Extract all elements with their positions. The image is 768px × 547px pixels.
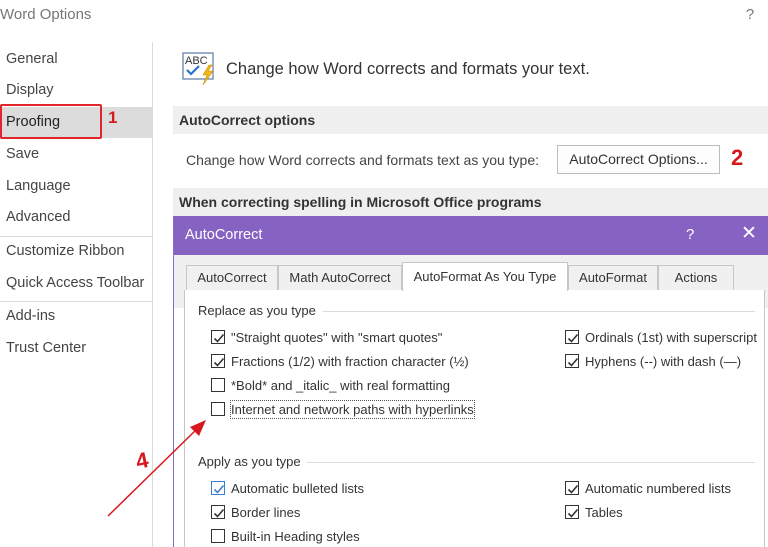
option-label: Ordinals (1st) with superscript [585,330,757,345]
sidebar-item-language[interactable]: Language [0,171,152,202]
annotation-number-1: 1 [108,108,118,127]
checkbox[interactable] [565,354,579,368]
checkbox[interactable] [211,402,225,416]
checkmark-icon [213,333,225,343]
annotation-number-2: 2 [731,145,744,170]
checkbox[interactable] [565,481,579,495]
checkmark-icon [567,484,579,494]
option-label: Automatic numbered lists [585,481,731,496]
autocorrect-description: Change how Word corrects and formats tex… [186,152,540,168]
sidebar-item-quick-access-toolbar[interactable]: Quick Access Toolbar [0,268,152,299]
dialog-titlebar: AutoCorrect ? ✕ [174,216,768,255]
group-divider [323,311,755,312]
tab-autoformat-as-you-type[interactable]: AutoFormat As You Type [402,262,568,291]
icon-abc-text: ABC [185,55,208,67]
checkmark-icon [213,508,225,518]
option-label: Tables [585,505,623,520]
section-spelling-office: When correcting spelling in Microsoft Of… [173,188,768,216]
sidebar-item-display[interactable]: Display [0,75,152,106]
checkbox[interactable] [211,330,225,344]
group-label-replace: Replace as you type [198,303,316,318]
section-autocorrect-options: AutoCorrect options [173,106,768,134]
option-label: Fractions (1/2) with fraction character … [231,354,469,369]
option-label: Built-in Heading styles [231,529,360,544]
abc-proofing-icon: ABC [182,52,214,86]
checkmark-icon [567,333,579,343]
tab-math-autocorrect[interactable]: Math AutoCorrect [278,265,402,290]
option-label: Border lines [231,505,301,520]
sidebar-item-general[interactable]: General [0,44,152,75]
autocorrect-options-button[interactable]: AutoCorrect Options... [557,145,720,174]
close-icon[interactable]: ✕ [741,223,757,245]
checkmark-icon [213,357,225,367]
group-label-apply: Apply as you type [198,454,301,469]
tab-actions[interactable]: Actions [658,265,734,290]
checkbox[interactable] [211,481,225,495]
option-label: Automatic bulleted lists [231,481,364,496]
checkbox[interactable] [211,378,225,392]
annotation-highlight-box [0,104,102,139]
checkbox[interactable] [565,505,579,519]
checkbox[interactable] [211,354,225,368]
autocorrect-dialog: AutoCorrect ? ✕ AutoCorrect Math AutoCor… [173,216,768,547]
help-button[interactable]: ? [742,6,758,23]
sidebar-item-advanced[interactable]: Advanced [0,202,152,233]
tab-autoformat[interactable]: AutoFormat [568,265,658,290]
dialog-help-button[interactable]: ? [686,226,694,243]
tab-panel: Replace as you type "Straight quotes" wi… [184,290,765,547]
tab-autocorrect[interactable]: AutoCorrect [186,265,278,290]
dialog-title: AutoCorrect [185,227,263,243]
checkbox[interactable] [211,529,225,543]
sidebar-item-save[interactable]: Save [0,139,152,170]
group-divider [307,462,755,463]
sidebar-item-add-ins[interactable]: Add-ins [0,301,152,332]
window-title: Word Options [0,6,92,23]
option-label: Hyphens (--) with dash (—) [585,354,742,369]
checkbox[interactable] [211,505,225,519]
option-label: *Bold* and _italic_ with real formatting [231,378,450,393]
checkmark-icon [567,357,579,367]
page-heading: Change how Word corrects and formats you… [226,60,590,78]
checkmark-icon [567,508,579,518]
option-label: Internet and network paths with hyperlin… [230,400,475,419]
sidebar-item-trust-center[interactable]: Trust Center [0,333,152,364]
sidebar-item-customize-ribbon[interactable]: Customize Ribbon [0,236,152,267]
option-label: "Straight quotes" with "smart quotes" [231,330,443,345]
checkbox[interactable] [565,330,579,344]
checkmark-icon [213,484,225,494]
